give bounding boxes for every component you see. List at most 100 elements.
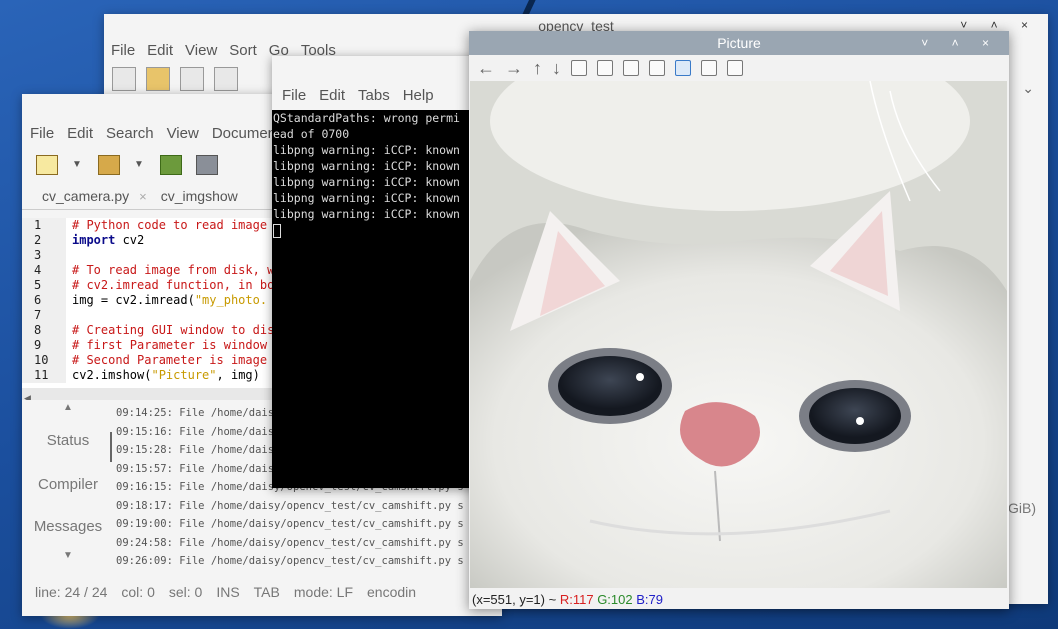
image-toolbar: ← → ↑ ↓ bbox=[469, 55, 1009, 81]
properties-icon[interactable] bbox=[727, 60, 743, 76]
window-title: Picture bbox=[717, 35, 761, 51]
status-tab: TAB bbox=[253, 584, 280, 600]
menu-search[interactable]: Search bbox=[106, 125, 154, 142]
icon-view-icon[interactable] bbox=[180, 67, 204, 91]
list-view-icon[interactable] bbox=[214, 67, 238, 91]
pixel-red: R:117 bbox=[559, 592, 594, 607]
save-all-icon[interactable] bbox=[196, 155, 218, 175]
log-entry: 09:18:17: File /home/daisy/opencv_test/c… bbox=[116, 499, 464, 512]
menu-document[interactable]: Document bbox=[212, 125, 280, 142]
menu-file[interactable]: File bbox=[282, 87, 306, 104]
status-sel: sel: 0 bbox=[168, 584, 203, 600]
free-space-text: GiB) bbox=[1008, 500, 1036, 516]
statusbar: line: 24 / 24 col: 0 sel: 0 INS TAB mode… bbox=[22, 578, 502, 606]
zoom-out-icon[interactable] bbox=[649, 60, 665, 76]
terminal-window[interactable]: File Edit Tabs Help QStandardPaths: wron… bbox=[272, 56, 500, 488]
pan-down-icon[interactable]: ↓ bbox=[552, 58, 561, 79]
tab-messages[interactable]: Messages bbox=[22, 518, 114, 535]
folder-icon[interactable] bbox=[146, 67, 170, 91]
tab-cv-camera[interactable]: cv_camera.py × bbox=[42, 188, 147, 204]
menu-edit[interactable]: Edit bbox=[319, 87, 345, 104]
status-col: col: 0 bbox=[121, 584, 155, 600]
code-text: cv2.imshow("Picture", img) bbox=[72, 368, 260, 382]
code-text: # first Parameter is window bbox=[72, 338, 268, 352]
code-text: # Creating GUI window to dis bbox=[72, 323, 275, 337]
code-text: # Python code to read image bbox=[72, 218, 268, 232]
line-number: 9 bbox=[22, 338, 66, 353]
pixel-blue: B:79 bbox=[636, 592, 663, 607]
tab-status[interactable]: Status bbox=[22, 432, 114, 449]
menu-edit[interactable]: Edit bbox=[147, 42, 173, 59]
log-entry: 09:19:00: File /home/daisy/opencv_test/c… bbox=[116, 518, 464, 530]
terminal-output[interactable]: QStandardPaths: wrong permi ead of 0700 li… bbox=[272, 110, 500, 488]
window-controls[interactable]: ˅ ˄ × bbox=[921, 31, 999, 55]
chevron-up-icon[interactable]: ▲ bbox=[22, 402, 114, 413]
code-text: # Second Parameter is image bbox=[72, 353, 268, 367]
menu-view[interactable]: View bbox=[167, 125, 199, 142]
chevron-down-icon[interactable]: ⌄ bbox=[1022, 80, 1034, 97]
log-entry: 09:26:09: File /home/daisy/opencv_test/c… bbox=[116, 555, 464, 567]
chevron-down-icon[interactable]: ▼ bbox=[134, 160, 146, 170]
window-controls[interactable]: ˅ ˄ × bbox=[960, 18, 1038, 32]
image-canvas[interactable] bbox=[470, 81, 1007, 588]
close-icon[interactable]: × bbox=[139, 189, 147, 204]
terminal-line: libpng warning: iCCP: known bbox=[273, 175, 460, 189]
zoom-fit-icon[interactable] bbox=[597, 60, 613, 76]
menu-edit[interactable]: Edit bbox=[67, 125, 93, 142]
pan-left-icon[interactable]: ← bbox=[477, 58, 495, 79]
window-titlebar[interactable]: Picture ˅ ˄ × bbox=[469, 31, 1009, 55]
status-encoding: encodin bbox=[367, 584, 417, 600]
menu-help[interactable]: Help bbox=[403, 87, 434, 104]
pixel-coords: (x=551, y=1) ~ bbox=[472, 592, 557, 607]
zoom-reset-icon[interactable] bbox=[571, 60, 587, 76]
save-icon[interactable] bbox=[160, 155, 182, 175]
save-image-icon[interactable] bbox=[675, 60, 691, 76]
active-tab-indicator bbox=[110, 432, 112, 462]
copy-image-icon[interactable] bbox=[701, 60, 717, 76]
line-number: 1 bbox=[22, 218, 66, 233]
pan-up-icon[interactable]: ↑ bbox=[533, 58, 542, 79]
terminal-line: libpng warning: iCCP: known bbox=[273, 143, 460, 157]
menu-file[interactable]: File bbox=[30, 125, 54, 142]
menubar: File Edit Tabs Help bbox=[272, 82, 500, 108]
tab-label: cv_camera.py bbox=[42, 187, 130, 204]
terminal-line: ead of 0700 bbox=[273, 127, 350, 141]
new-window-icon[interactable] bbox=[112, 67, 136, 91]
new-file-icon[interactable] bbox=[36, 155, 58, 175]
line-number: 10 bbox=[22, 353, 66, 368]
line-number: 3 bbox=[22, 248, 66, 263]
tab-compiler[interactable]: Compiler bbox=[22, 476, 114, 493]
menu-tabs[interactable]: Tabs bbox=[358, 87, 390, 104]
status-line: line: 24 / 24 bbox=[35, 584, 108, 600]
cat-photo bbox=[470, 81, 1007, 588]
terminal-cursor bbox=[273, 223, 281, 238]
picture-window[interactable]: Picture ˅ ˄ × ← → ↑ ↓ (x=551, y=1) ~ R:1… bbox=[469, 31, 1009, 609]
menu-sort[interactable]: Sort bbox=[229, 42, 257, 59]
chevron-down-icon[interactable]: ▼ bbox=[22, 550, 114, 561]
code-text: img = cv2.imread("my_photo. bbox=[72, 293, 268, 307]
line-number: 5 bbox=[22, 278, 66, 293]
code-text: # To read image from disk, w bbox=[72, 263, 275, 277]
zoom-in-icon[interactable] bbox=[623, 60, 639, 76]
menu-file[interactable]: File bbox=[111, 42, 135, 59]
code-text: import cv2 bbox=[72, 233, 145, 247]
open-file-icon[interactable] bbox=[98, 155, 120, 175]
menu-view[interactable]: View bbox=[185, 42, 217, 59]
pixel-green: G:102 bbox=[597, 592, 633, 607]
line-number: 11 bbox=[22, 368, 66, 383]
tab-cv-imgshow[interactable]: cv_imgshow bbox=[161, 188, 238, 204]
chevron-down-icon[interactable]: ▼ bbox=[72, 160, 84, 170]
code-text: # cv2.imread function, in bo bbox=[72, 278, 275, 292]
pixel-info-bar: (x=551, y=1) ~ R:117 G:102 B:79 bbox=[469, 590, 1009, 609]
terminal-line: libpng warning: iCCP: known bbox=[273, 207, 460, 221]
line-number: 4 bbox=[22, 263, 66, 278]
pan-right-icon[interactable]: → bbox=[505, 58, 523, 79]
log-entry: 09:24:58: File /home/daisy/opencv_test/c… bbox=[116, 536, 464, 549]
status-ins: INS bbox=[216, 584, 240, 600]
message-tabs: ▲ Status Compiler Messages ▼ bbox=[22, 400, 114, 570]
terminal-line: libpng warning: iCCP: known bbox=[273, 159, 460, 173]
line-number: 2 bbox=[22, 233, 66, 248]
terminal-line: QStandardPaths: wrong permi bbox=[273, 111, 460, 125]
